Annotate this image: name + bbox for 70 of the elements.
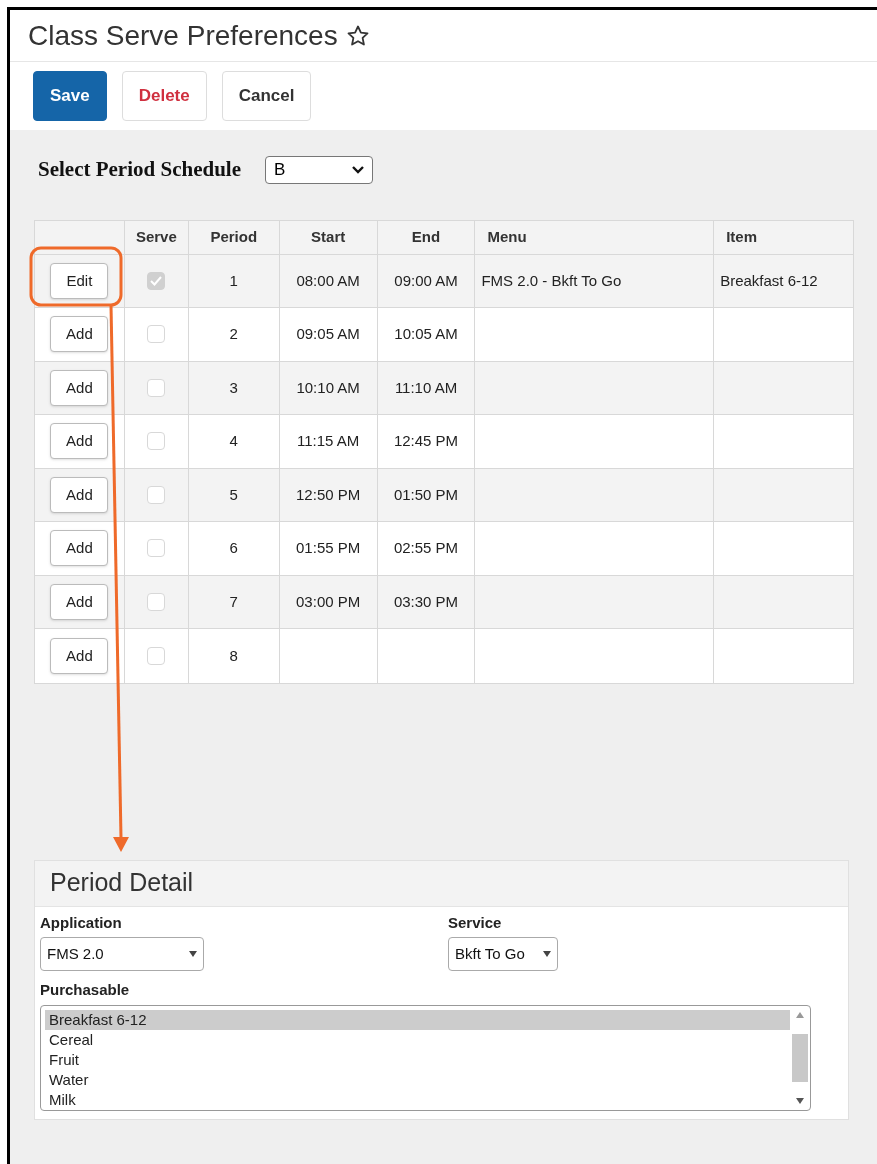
- add-button[interactable]: Add: [50, 530, 109, 567]
- star-icon[interactable]: [345, 23, 370, 48]
- panel-title: Period Detail: [50, 867, 194, 899]
- table-cell-text: 03:00 PM: [296, 591, 361, 612]
- serve-checkbox[interactable]: [147, 592, 166, 611]
- purchasable-listbox[interactable]: Breakfast 6-12 Cereal Fruit Water Milk: [40, 1004, 811, 1111]
- table-cell-text: 8: [229, 645, 238, 666]
- table-cell-text: 12:45 PM: [393, 431, 459, 451]
- add-button[interactable]: Add: [50, 476, 109, 513]
- table-cell-text: 1: [229, 270, 238, 291]
- list-option[interactable]: Milk: [45, 1089, 790, 1110]
- serve-checkbox[interactable]: [147, 378, 166, 397]
- dropdown-caret-icon: [189, 951, 197, 957]
- table-cell-text: 6: [229, 538, 238, 558]
- table-cell-text: 12:50 PM: [296, 484, 361, 505]
- field-label: Purchasable: [40, 980, 130, 1000]
- column-header: Start: [311, 226, 346, 247]
- field-label: Application: [40, 912, 123, 933]
- table-cell-text: 10:10 AM: [296, 377, 360, 398]
- column-header: End: [411, 226, 441, 247]
- schedule-select[interactable]: B: [264, 155, 373, 184]
- add-button[interactable]: Add: [50, 423, 109, 460]
- column-header: Item: [726, 226, 757, 247]
- table-cell-text: 03:30 PM: [393, 591, 459, 612]
- table-cell-text: 5: [229, 484, 238, 505]
- serve-checkbox[interactable]: [147, 271, 166, 290]
- schedule-label: Select Period Schedule: [38, 156, 241, 183]
- edit-button[interactable]: Edit: [50, 262, 109, 299]
- column-header: Period: [210, 226, 258, 247]
- service-select[interactable]: Bkft To Go: [448, 937, 558, 971]
- serve-checkbox[interactable]: [147, 539, 166, 558]
- table-cell-text: 11:15 AM: [297, 431, 360, 451]
- column-header: Menu: [487, 226, 527, 247]
- cancel-button[interactable]: Cancel: [221, 71, 312, 121]
- table-cell-text: 4: [229, 431, 238, 451]
- table-cell-text: 3: [229, 377, 238, 398]
- page-title: Class Serve Preferences: [28, 18, 338, 53]
- dropdown-caret-icon: [543, 951, 551, 957]
- table-cell-text: 2: [229, 324, 238, 344]
- column-header: Serve: [135, 226, 177, 247]
- serve-checkbox[interactable]: [147, 325, 166, 344]
- serve-checkbox[interactable]: [147, 646, 166, 665]
- add-button[interactable]: Add: [50, 316, 109, 353]
- table-cell-text: 7: [229, 591, 238, 612]
- table-cell-text: 11:10 AM: [394, 377, 458, 398]
- scroll-down-arrow-icon[interactable]: [796, 1097, 804, 1104]
- add-button[interactable]: Add: [50, 583, 109, 620]
- table-cell-text: 09:00 AM: [394, 270, 458, 291]
- chevron-down-icon: [351, 165, 364, 174]
- table-cell-text: 10:05 AM: [394, 324, 458, 344]
- table-cell-text: Breakfast 6-12: [720, 270, 818, 291]
- add-button[interactable]: Add: [50, 637, 109, 674]
- scroll-up-arrow-icon[interactable]: [796, 1011, 804, 1018]
- field-label: Service: [448, 912, 503, 933]
- application-select[interactable]: FMS 2.0: [40, 937, 204, 971]
- table-cell-text: 09:05 AM: [296, 324, 360, 344]
- list-option[interactable]: Breakfast 6-12: [45, 1009, 790, 1030]
- list-option[interactable]: Fruit: [45, 1049, 790, 1070]
- table-cell-text: 01:50 PM: [393, 484, 459, 505]
- serve-checkbox[interactable]: [147, 432, 166, 451]
- add-button[interactable]: Add: [50, 369, 109, 406]
- table-cell-text: 01:55 PM: [296, 538, 361, 558]
- table-cell-text: FMS 2.0 - Bkft To Go: [481, 270, 622, 291]
- list-option[interactable]: Water: [45, 1069, 790, 1090]
- delete-button[interactable]: Delete: [121, 71, 207, 121]
- table-cell-text: 02:55 PM: [393, 538, 459, 558]
- list-option[interactable]: Cereal: [45, 1029, 790, 1050]
- save-button[interactable]: Save: [33, 71, 107, 121]
- serve-checkbox[interactable]: [147, 485, 166, 504]
- table-cell-text: 08:00 AM: [296, 270, 360, 291]
